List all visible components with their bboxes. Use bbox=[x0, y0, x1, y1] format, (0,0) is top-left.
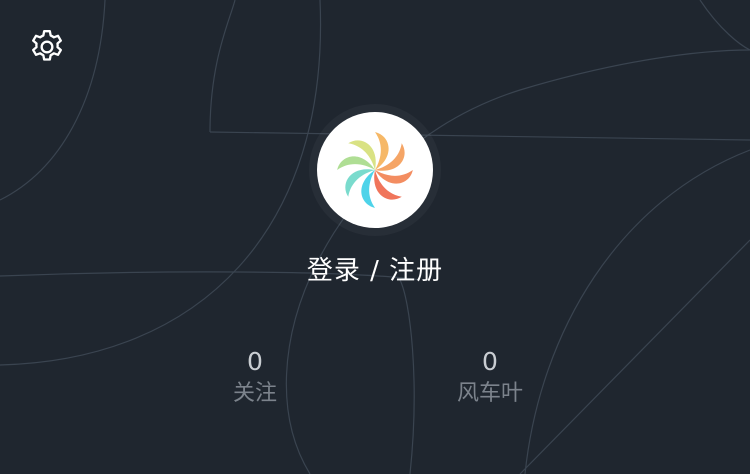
settings-button[interactable] bbox=[26, 26, 68, 68]
gear-icon bbox=[31, 30, 62, 61]
background-decoration bbox=[0, 0, 750, 474]
avatar bbox=[317, 112, 433, 228]
avatar-button[interactable] bbox=[309, 104, 441, 236]
profile-screen: 登录 / 注册 0 关注 0 风车叶 bbox=[0, 0, 750, 474]
follow-label: 关注 bbox=[232, 381, 277, 406]
login-register-link[interactable]: 登录 / 注册 bbox=[0, 250, 750, 287]
pinwheel-logo bbox=[337, 132, 413, 208]
windmill-leaf-label: 风车叶 bbox=[456, 381, 523, 406]
follow-stat[interactable]: 0 关注 bbox=[195, 346, 315, 410]
windmill-leaf-count: 0 bbox=[482, 347, 498, 376]
follow-count: 0 bbox=[247, 347, 263, 376]
windmill-leaf-stat[interactable]: 0 风车叶 bbox=[430, 346, 550, 410]
